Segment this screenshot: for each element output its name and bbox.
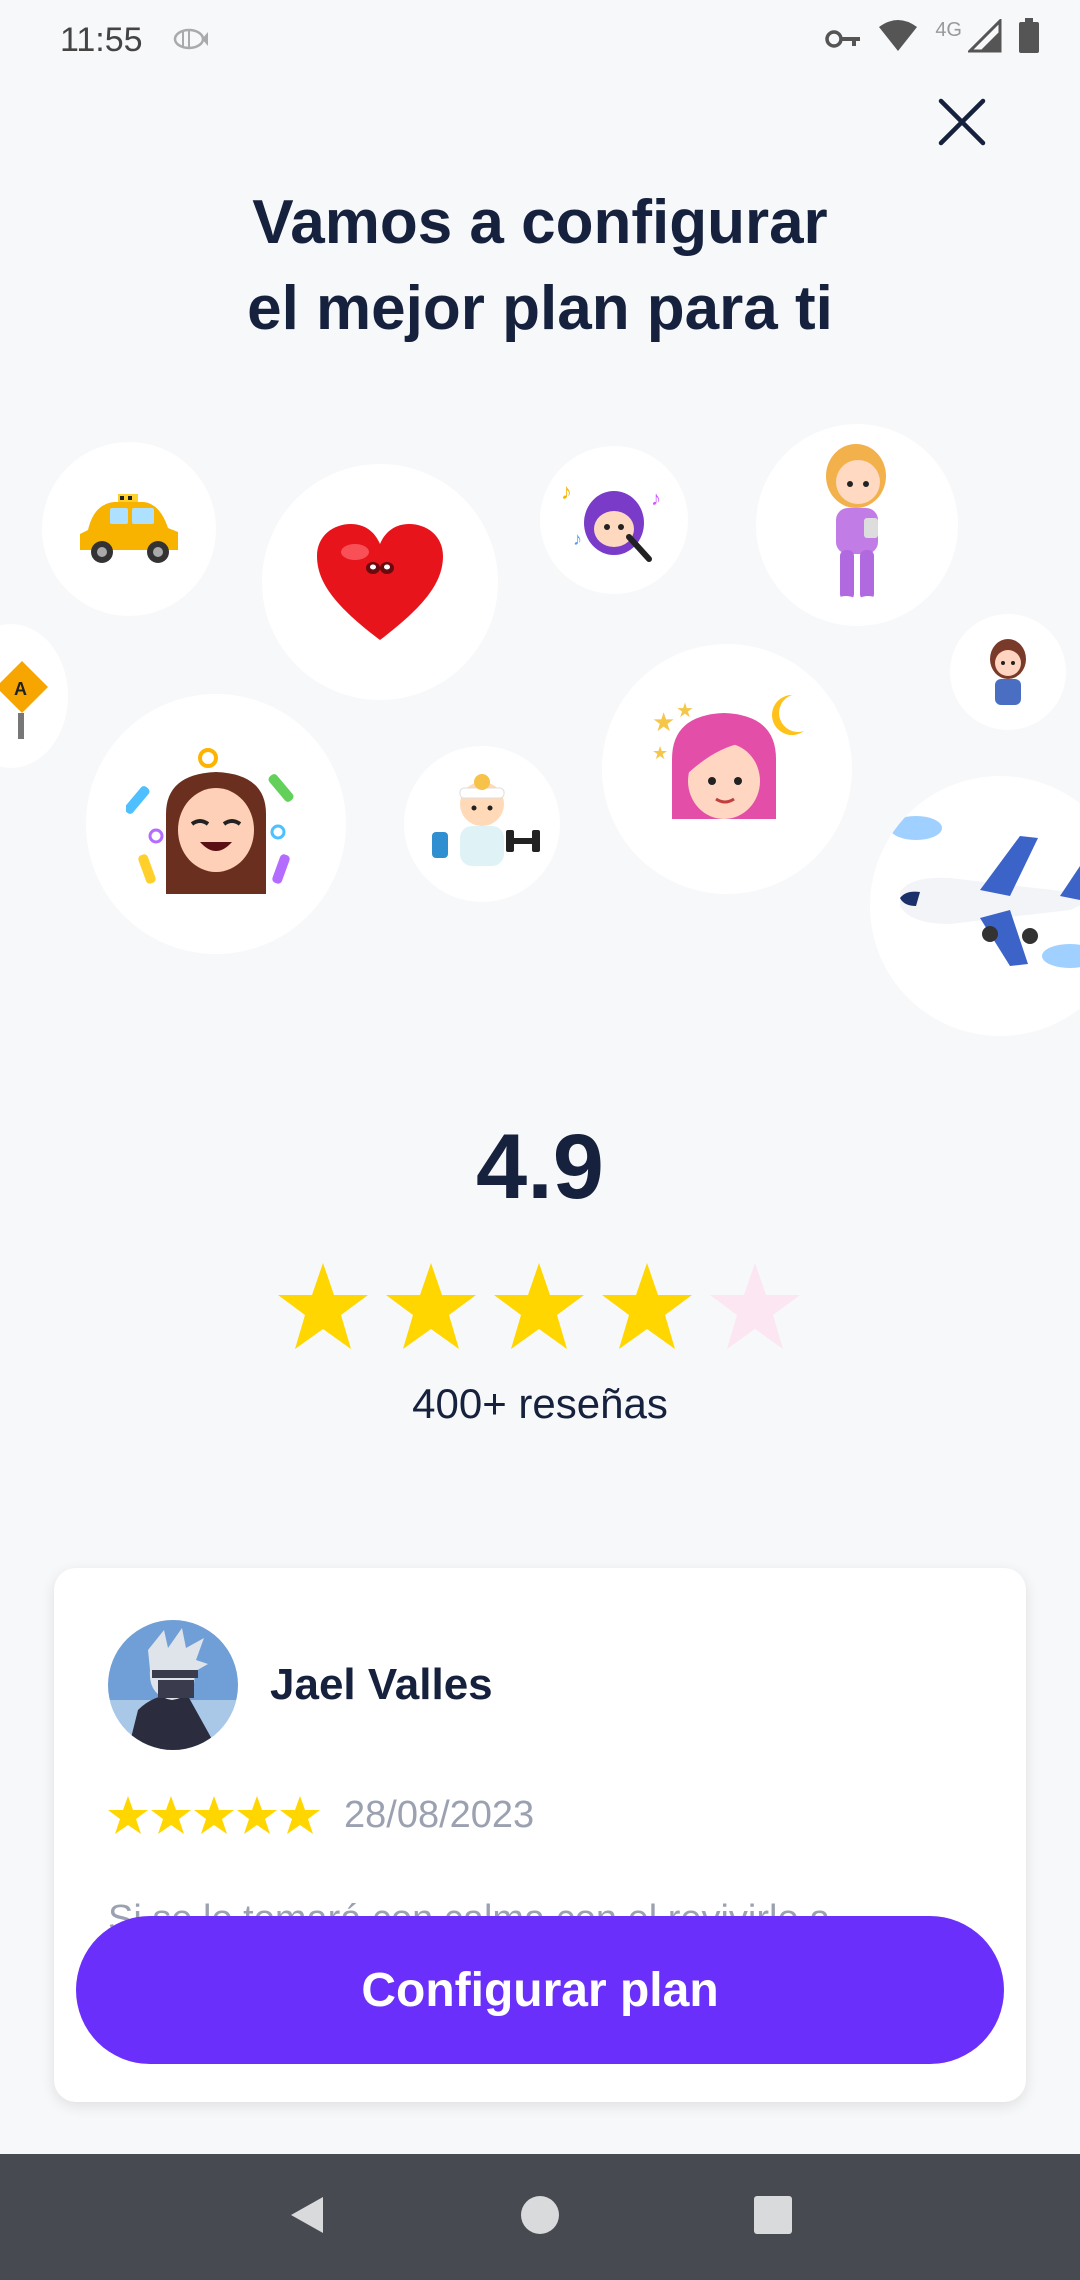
star-icon bbox=[278, 1263, 368, 1349]
network-type: 4G bbox=[935, 18, 962, 41]
road-sign-bubble: A bbox=[0, 624, 68, 768]
title-line-2: el mejor plan para ti bbox=[247, 274, 833, 343]
svg-text:A: A bbox=[14, 679, 27, 699]
svg-text:★: ★ bbox=[676, 700, 694, 722]
wifi-icon bbox=[877, 19, 919, 62]
star-icon bbox=[194, 1796, 234, 1834]
reviewer-name: Jael Valles bbox=[270, 1660, 493, 1709]
close-icon bbox=[938, 98, 986, 146]
recents-icon[interactable] bbox=[751, 2193, 795, 2242]
rating-stars bbox=[278, 1263, 800, 1349]
status-right: 4G bbox=[825, 16, 1040, 63]
road-sign-icon: A bbox=[0, 661, 48, 739]
sleepy-girl-icon: ★ ★ ★ bbox=[652, 695, 804, 819]
star-icon bbox=[108, 1796, 148, 1834]
status-bar: 11:55 4G bbox=[0, 0, 1080, 80]
singer-icon: ♪ ♪ ♪ bbox=[561, 479, 661, 562]
avatar bbox=[108, 1620, 238, 1750]
rating-value: 4.9 bbox=[476, 1116, 604, 1218]
athlete-bubble bbox=[404, 746, 560, 902]
airplane-bubble bbox=[870, 776, 1080, 1036]
svg-text:★: ★ bbox=[652, 707, 675, 737]
star-icon bbox=[386, 1263, 476, 1349]
svg-text:♪: ♪ bbox=[561, 479, 572, 504]
signal-icon bbox=[966, 16, 1002, 62]
review-stars bbox=[108, 1796, 320, 1834]
close-button[interactable] bbox=[930, 90, 994, 154]
athlete-icon bbox=[432, 774, 540, 866]
status-left: 11:55 bbox=[60, 21, 209, 60]
svg-text:★: ★ bbox=[652, 743, 668, 763]
heart-icon bbox=[317, 524, 443, 640]
heart-bubble bbox=[262, 464, 498, 700]
battery-icon bbox=[1018, 17, 1040, 63]
title-line-1: Vamos a configurar bbox=[252, 188, 828, 257]
reviews-count: 400+ reseñas bbox=[412, 1380, 668, 1427]
taxi-bubble bbox=[42, 442, 216, 616]
laughing-girl-icon bbox=[126, 748, 294, 894]
star-empty-icon bbox=[710, 1263, 800, 1349]
star-icon bbox=[602, 1263, 692, 1349]
star-icon bbox=[494, 1263, 584, 1349]
star-icon bbox=[280, 1796, 320, 1834]
small-girl-icon bbox=[990, 639, 1026, 705]
taxi-icon bbox=[80, 494, 178, 563]
configure-plan-button[interactable]: Configurar plan bbox=[76, 1916, 1004, 2064]
laughing-girl-bubble bbox=[86, 694, 346, 954]
page-title: Vamos a configurar el mejor plan para ti bbox=[0, 180, 1080, 352]
girl-standing-icon bbox=[826, 444, 886, 608]
review-date: 28/08/2023 bbox=[344, 1794, 535, 1836]
star-icon bbox=[151, 1796, 191, 1834]
airplane-icon bbox=[890, 816, 1080, 968]
status-time: 11:55 bbox=[60, 20, 143, 59]
small-girl-bubble bbox=[950, 614, 1066, 730]
girl-standing-bubble bbox=[756, 424, 958, 626]
sleepy-girl-bubble: ★ ★ ★ bbox=[602, 644, 852, 894]
fish-icon bbox=[171, 21, 209, 60]
star-icon bbox=[237, 1796, 277, 1834]
svg-text:♪: ♪ bbox=[651, 488, 661, 510]
back-icon[interactable] bbox=[285, 2193, 329, 2242]
svg-text:♪: ♪ bbox=[573, 529, 582, 549]
home-icon[interactable] bbox=[518, 2193, 562, 2242]
navigation-bar bbox=[0, 2154, 1080, 2280]
singer-bubble: ♪ ♪ ♪ bbox=[540, 446, 688, 594]
key-icon bbox=[825, 21, 861, 60]
